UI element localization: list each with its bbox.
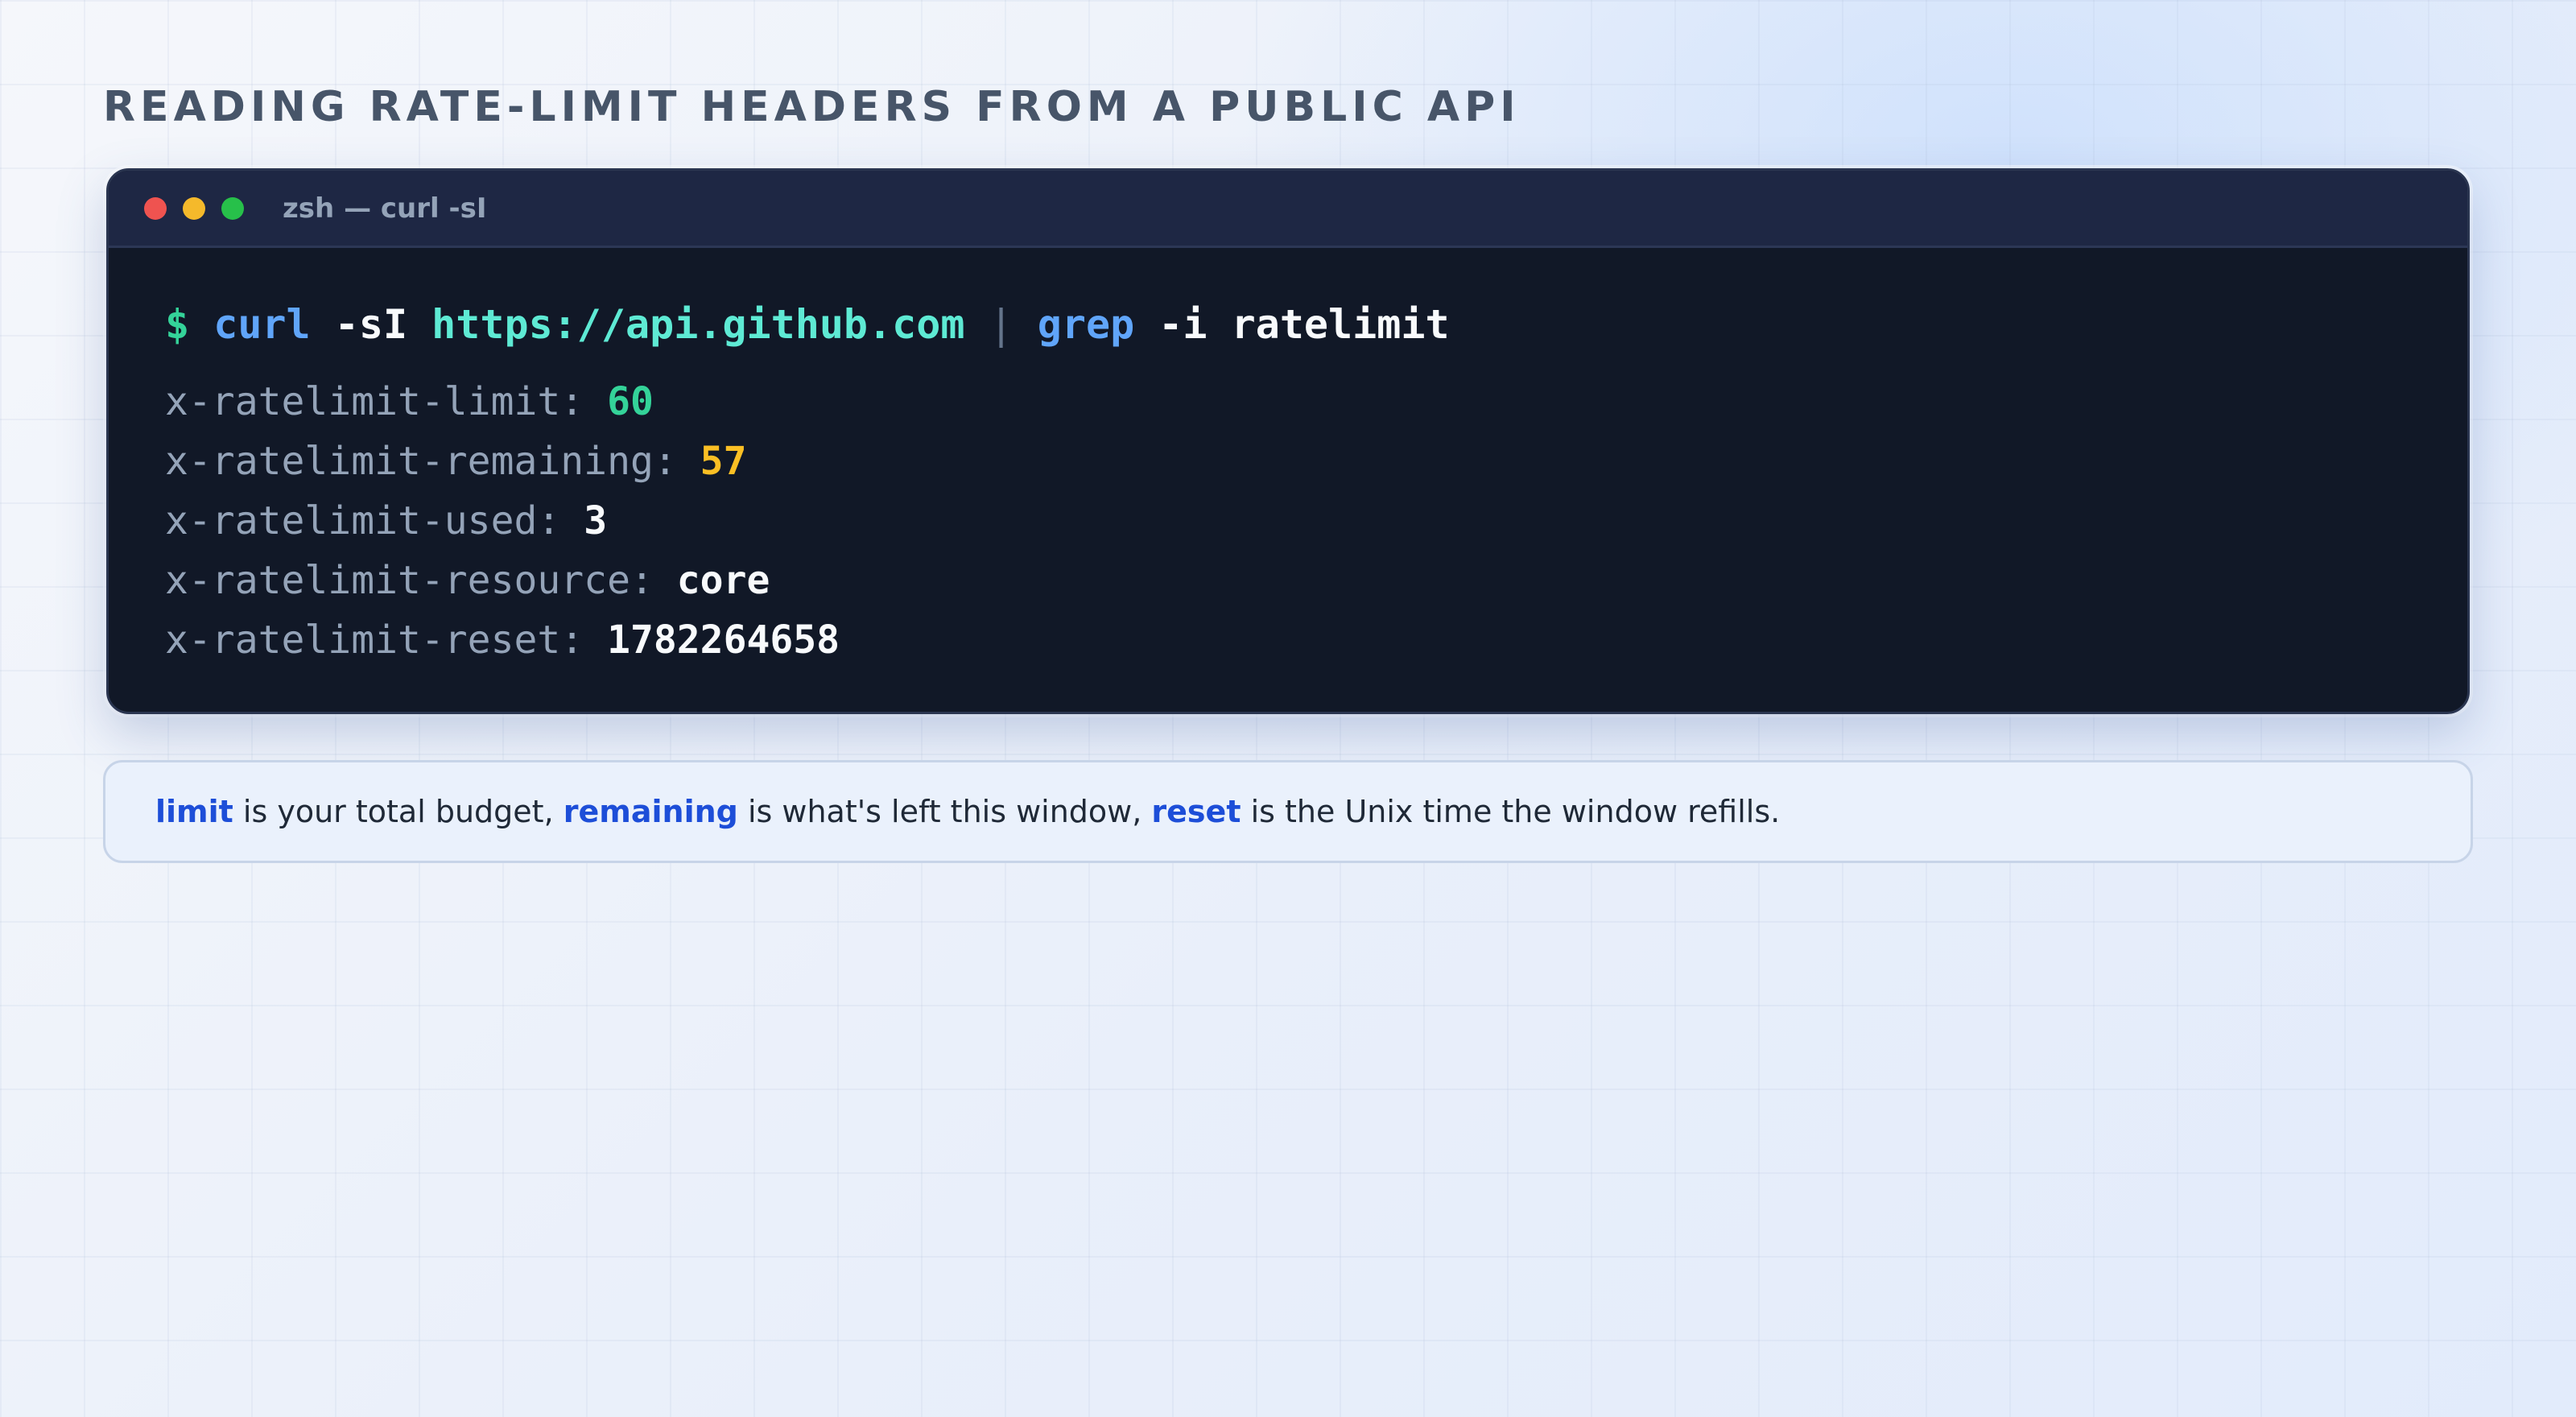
close-window-icon[interactable] — [144, 196, 167, 220]
minimize-window-icon[interactable] — [183, 196, 205, 220]
note-keyword-reset: reset — [1151, 794, 1241, 829]
header-key: x-ratelimit-resource: — [165, 558, 654, 603]
command-flags-2: -i — [1158, 301, 1208, 348]
note-text: is your total budget, — [233, 794, 564, 829]
header-key: x-ratelimit-remaining: — [165, 439, 677, 484]
header-value: core — [676, 558, 770, 603]
header-value: 1782264658 — [607, 618, 840, 663]
note-text: is the Unix time the window refills. — [1241, 794, 1781, 829]
header-key: x-ratelimit-reset: — [165, 618, 584, 663]
output-line-used: x-ratelimit-used: 3 — [165, 491, 2467, 551]
command-url: https://api.github.com — [431, 301, 965, 348]
command-flags: -sI — [334, 301, 408, 348]
note-text: is what's left this window, — [737, 794, 1152, 829]
command-pipe: | — [989, 301, 1013, 348]
note-keyword-limit: limit — [155, 794, 233, 829]
explanation-note: limit is your total budget, remaining is… — [103, 760, 2473, 863]
header-value: 60 — [607, 379, 654, 424]
terminal-body[interactable]: $ curl -sI https://api.github.com | grep… — [109, 248, 2467, 670]
note-keyword-remaining: remaining — [563, 794, 738, 829]
terminal-titlebar: zsh — curl -sI — [109, 171, 2467, 248]
shell-prompt: $ — [165, 301, 190, 348]
header-key: x-ratelimit-used: — [165, 498, 561, 543]
output-line-remaining: x-ratelimit-remaining: 57 — [165, 432, 2467, 491]
terminal-title: zsh — curl -sI — [283, 192, 487, 225]
output-line-reset: x-ratelimit-reset: 1782264658 — [165, 610, 2467, 670]
page-title: READING RATE-LIMIT HEADERS FROM A PUBLIC… — [103, 83, 1521, 131]
header-key: x-ratelimit-limit: — [165, 379, 584, 424]
terminal-window[interactable]: zsh — curl -sI $ curl -sI https://api.gi… — [106, 168, 2470, 714]
command-program: curl — [213, 301, 311, 348]
command-line: $ curl -sI https://api.github.com | grep… — [165, 298, 2467, 351]
output-line-resource: x-ratelimit-resource: core — [165, 551, 2467, 610]
command-program-2: grep — [1037, 301, 1135, 348]
output-line-limit: x-ratelimit-limit: 60 — [165, 372, 2467, 432]
header-value: 57 — [700, 439, 747, 484]
command-pattern: ratelimit — [1231, 301, 1450, 348]
header-value: 3 — [584, 498, 608, 543]
zoom-window-icon[interactable] — [221, 196, 244, 220]
